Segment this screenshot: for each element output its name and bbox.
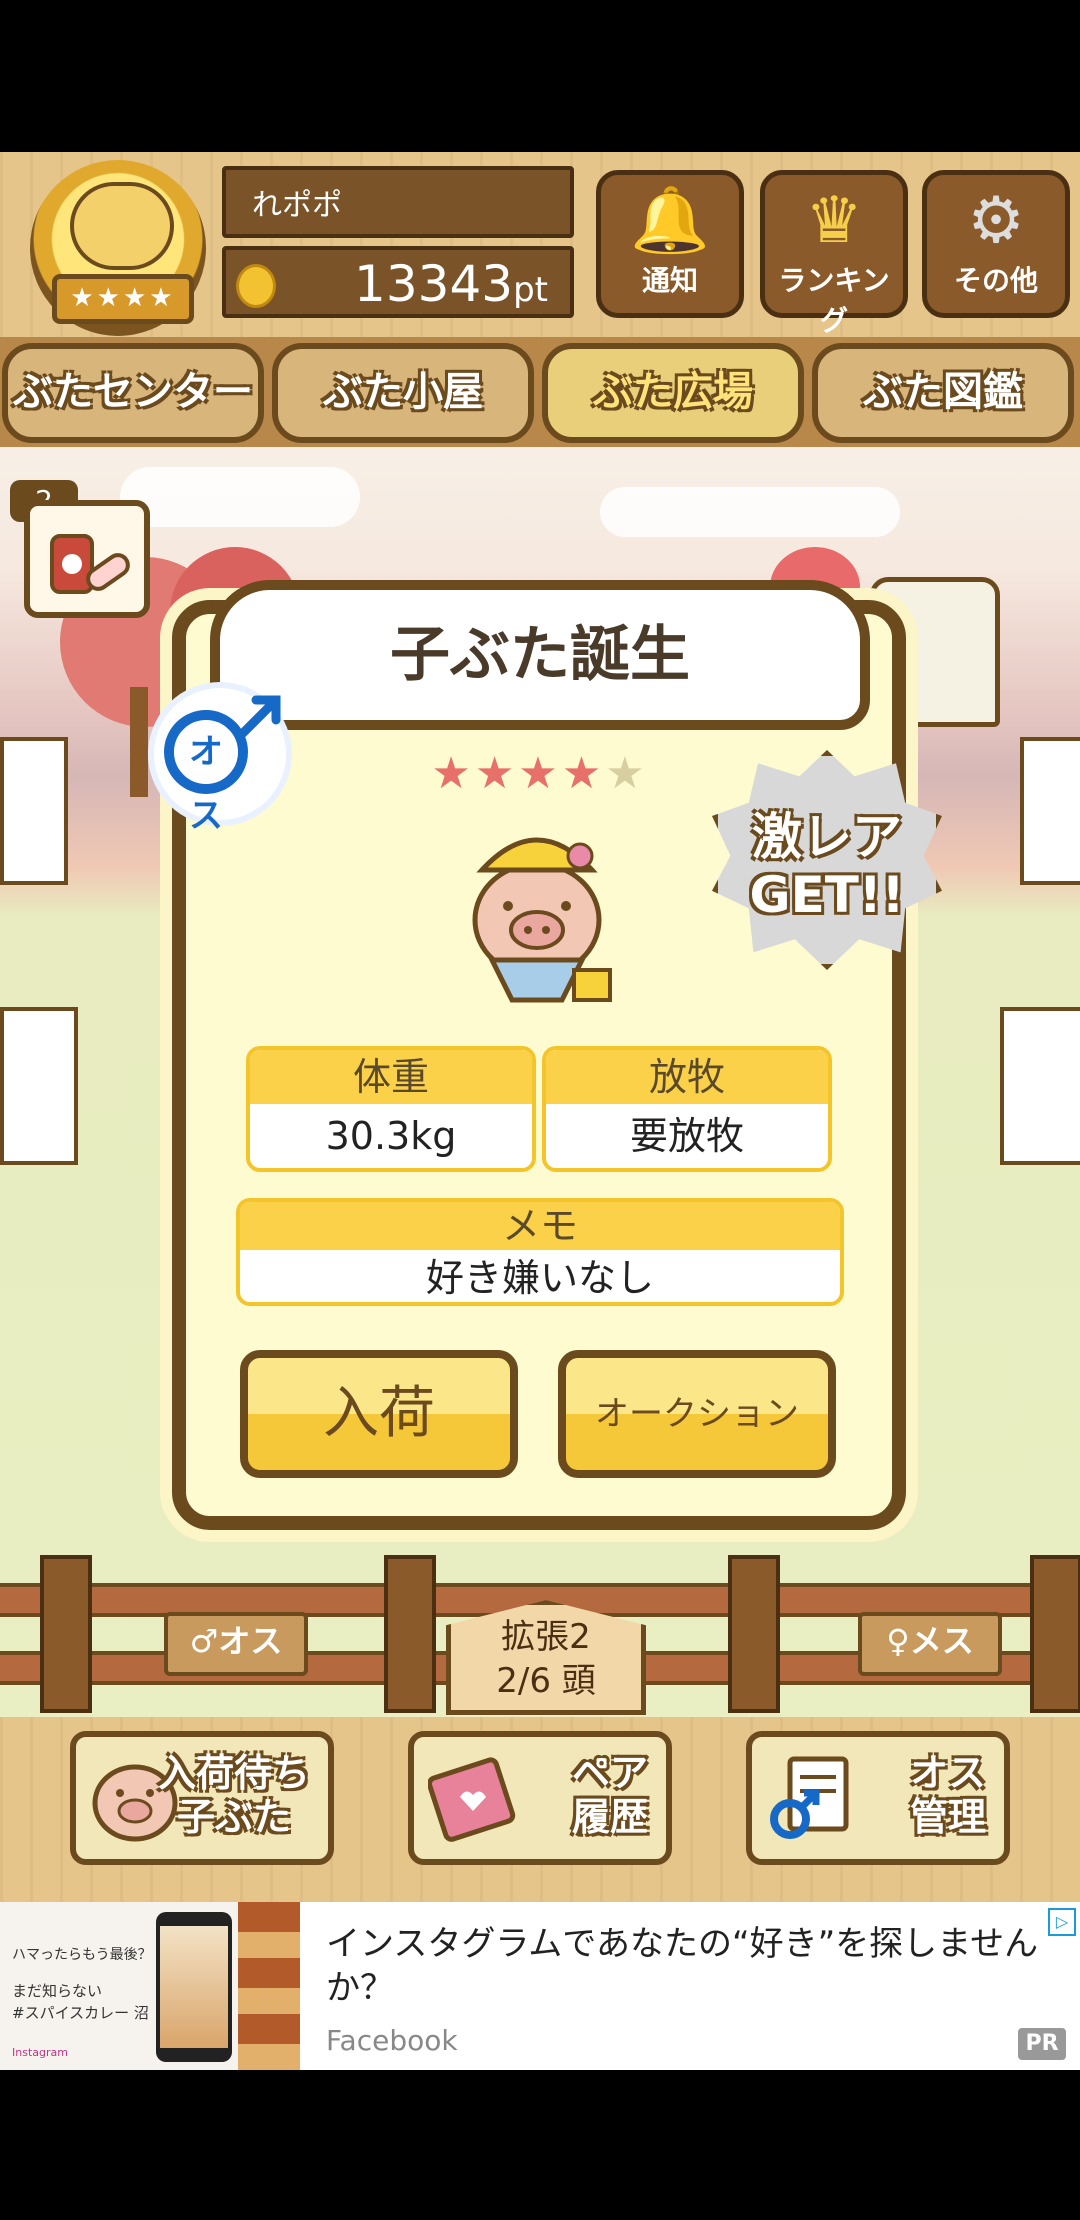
pair-history-button[interactable]: ペア 履歴 — [408, 1731, 672, 1865]
fence-left-lower — [0, 1007, 78, 1165]
header-bar: ★★★★ れポポ 13343pt 🔔 通知 ♛ ランキング ⚙ その他 — [0, 152, 1080, 337]
rarity-stars: ★★★★★ — [380, 748, 700, 799]
ranking-button[interactable]: ♛ ランキング — [760, 170, 908, 337]
weight-label: 体重 — [250, 1050, 532, 1104]
waiting-piglets-line1: 入荷待ち — [157, 1751, 310, 1795]
notification-label: 通知 — [641, 264, 698, 297]
fence-right-lower — [1000, 1007, 1080, 1165]
coin-icon — [236, 264, 276, 308]
weight-value: 30.3kg — [325, 1114, 457, 1158]
fence-post — [1030, 1555, 1080, 1713]
memo-label: メモ — [240, 1202, 840, 1250]
waiting-piglets-button[interactable]: 入荷待ち 子ぶた — [70, 1731, 334, 1865]
ad-source: Facebook — [326, 2024, 458, 2057]
food-photos — [238, 1902, 300, 2070]
ad-choices-icon[interactable]: ▷ — [1048, 1908, 1076, 1936]
cloud — [120, 467, 360, 527]
male-document-icon — [770, 1756, 849, 1839]
pair-history-line1: ペア — [571, 1751, 648, 1795]
ad-thumb-line2: まだ知らない — [12, 1982, 103, 2000]
piglet-illustration — [472, 837, 612, 1003]
ad-image[interactable]: ハマったらもう最後？ まだ知らない #スパイスカレー 沼 Instagram — [0, 1902, 300, 2070]
waiting-piglets-label: 入荷待ち 子ぶた — [158, 1751, 310, 1839]
star-icon: ★ — [561, 748, 606, 799]
ad-thumb-line3: #スパイスカレー 沼 — [12, 2004, 149, 2022]
star-icon: ★ — [518, 748, 562, 799]
male-management-line1: オス — [909, 1751, 986, 1795]
fence-left — [0, 737, 68, 885]
star-icon: ★ — [431, 748, 475, 799]
crown-icon: ♛ — [805, 184, 863, 258]
male-management-button[interactable]: オス 管理 — [746, 1731, 1010, 1865]
main-tabs: ぶたセンター ぶた小屋 ぶた広場 ぶた図鑑 — [0, 337, 1080, 447]
medicine-icon — [50, 534, 130, 594]
other-button[interactable]: ⚙ その他 — [922, 170, 1070, 318]
auction-button[interactable]: オークション — [558, 1350, 836, 1478]
stock-button[interactable]: 入荷 — [240, 1350, 518, 1478]
pair-history-label: ペア 履歴 — [572, 1751, 648, 1839]
waiting-piglets-line2: 子ぶた — [176, 1795, 291, 1839]
gender-badge: オス — [148, 682, 292, 836]
medal-stars: ★★★★ — [52, 274, 194, 324]
fence-post — [384, 1555, 436, 1713]
rare-line1: 激レア — [752, 808, 902, 866]
points-display: 13343pt — [222, 246, 574, 318]
expansion-level: 拡張2 — [501, 1617, 591, 1657]
cloud — [600, 487, 900, 537]
male-management-label: オス 管理 — [910, 1751, 986, 1839]
bottom-toolbar: 入荷待ち 子ぶた ペア 履歴 オス 管理 — [0, 1717, 1080, 1902]
points-value: 13343 — [354, 255, 514, 313]
ad-title[interactable]: インスタグラムであなたの“好き”を探しませんか？ — [326, 1922, 1046, 2010]
dialog-title: 子ぶた誕生 — [210, 580, 870, 730]
tab-buta-plaza[interactable]: ぶた広場 — [542, 343, 804, 443]
memo-box: メモ 好き嫌いなし — [236, 1198, 844, 1306]
bell-icon: 🔔 — [630, 184, 710, 258]
user-name: れポポ — [222, 166, 574, 238]
tab-buta-encyclopedia[interactable]: ぶた図鑑 — [812, 343, 1074, 443]
female-sign[interactable]: ♀メス — [858, 1612, 1002, 1676]
book-icon — [428, 1757, 516, 1842]
gear-icon: ⚙ — [967, 184, 1025, 258]
ranking-label: ランキング — [778, 264, 890, 337]
fence-post — [728, 1555, 780, 1713]
notification-button[interactable]: 🔔 通知 — [596, 170, 744, 318]
pig-capacity: 2/6 頭 — [496, 1661, 596, 1701]
tree-trunk — [130, 687, 148, 797]
other-label: その他 — [953, 264, 1038, 297]
grazing-value: 要放牧 — [629, 1114, 744, 1158]
medicine-item-button[interactable] — [24, 500, 150, 618]
ad-banner[interactable]: ハマったらもう最後？ まだ知らない #スパイスカレー 沼 Instagram イ… — [0, 1902, 1080, 2070]
rare-line2: GET!! — [749, 866, 905, 924]
ad-thumb-brand: Instagram — [12, 2046, 68, 2059]
grazing-label: 放牧 — [546, 1050, 828, 1104]
ad-thumb-line1: ハマったらもう最後？ — [12, 1947, 152, 1963]
fence-right — [1020, 737, 1080, 885]
memo-value: 好き嫌いなし — [425, 1256, 654, 1300]
star-icon: ★ — [474, 748, 519, 799]
tab-buta-hut[interactable]: ぶた小屋 — [272, 343, 534, 443]
grazing-box: 放牧 要放牧 — [542, 1046, 832, 1172]
male-arrow-icon — [237, 695, 281, 739]
tab-buta-center[interactable]: ぶたセンター — [2, 343, 264, 443]
star-icon: ★ — [605, 748, 649, 799]
points-unit: pt — [513, 270, 548, 310]
pig-face-icon — [70, 182, 174, 270]
ad-pr-badge: PR — [1018, 2028, 1066, 2060]
fence-post — [40, 1555, 92, 1713]
male-management-line2: 管理 — [909, 1795, 986, 1839]
phone-image — [156, 1912, 232, 2062]
weight-box: 体重 30.3kg — [246, 1046, 536, 1172]
male-sign[interactable]: ♂オス — [164, 1612, 308, 1676]
pair-history-line2: 履歴 — [571, 1795, 648, 1839]
